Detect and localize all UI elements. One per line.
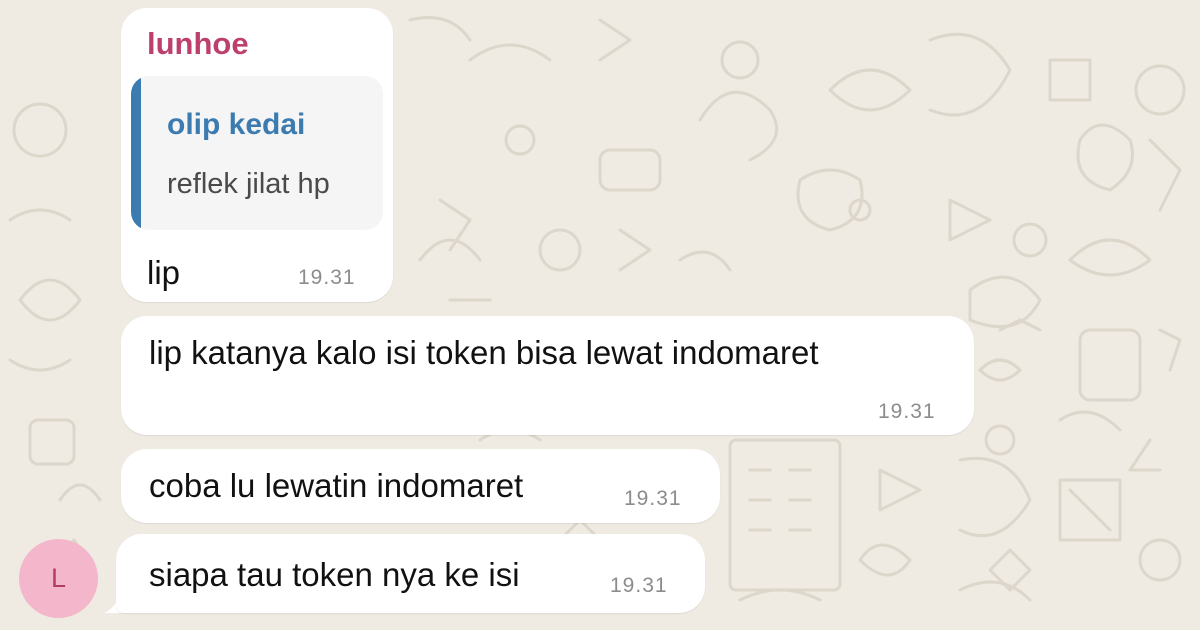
message-bubble[interactable]: lip katanya kalo isi token bisa lewat in… (121, 316, 974, 435)
message-bubble[interactable]: lunhoe olip kedai reflek jilat hp lip 19… (121, 8, 393, 302)
message-text: coba lu lewatin indomaret (149, 467, 524, 504)
message-text: lip (147, 254, 181, 291)
message-bubble[interactable]: siapa tau token nya ke isi 19.31 (116, 534, 705, 613)
quote-accent-bar (131, 76, 141, 230)
message-bubble[interactable]: coba lu lewatin indomaret 19.31 (121, 449, 720, 523)
message-time: 19.31 (624, 487, 682, 510)
sender-name[interactable]: lunhoe (147, 26, 249, 62)
message-text: lip katanya kalo isi token bisa lewat in… (149, 334, 819, 371)
quoted-text: reflek jilat hp (167, 168, 330, 200)
message-time: 19.31 (878, 400, 936, 423)
message-time: 19.31 (298, 266, 356, 289)
quoted-message[interactable]: olip kedai reflek jilat hp (131, 76, 383, 230)
quoted-author: olip kedai (167, 108, 306, 141)
message-text: siapa tau token nya ke isi (149, 556, 520, 593)
message-time: 19.31 (610, 574, 668, 597)
sender-avatar[interactable]: L (19, 539, 98, 618)
